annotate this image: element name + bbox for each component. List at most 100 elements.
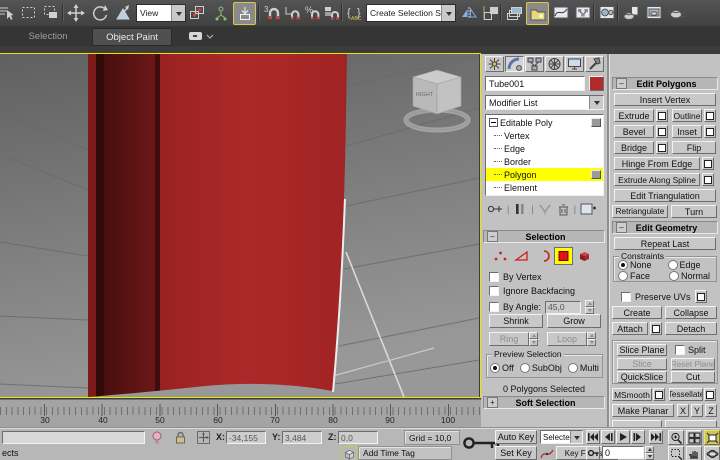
absolute-offset-mode-icon[interactable] [196,430,211,447]
window-crossing-toggle-icon[interactable] [40,2,61,23]
remove-modifier-icon[interactable] [556,202,570,216]
collapse-minus-icon[interactable]: – [487,231,498,242]
by-angle-field[interactable]: 45,0 [545,301,581,314]
make-planar-y-button[interactable]: Y [691,404,703,417]
key-mode-toggle-icon[interactable] [586,446,600,460]
constraint-normal-radio[interactable] [669,271,679,281]
make-unique-icon[interactable] [538,202,552,216]
selection-rollout-header[interactable]: – Selection [483,230,605,243]
edit-geometry-rollout-header[interactable]: – Edit Geometry [612,221,718,234]
maxscript-mini-listener[interactable] [2,431,145,444]
tab-display-icon[interactable] [565,56,584,72]
collapse-minus-icon[interactable]: – [616,222,627,233]
shrink-button[interactable]: Shrink [489,314,543,328]
current-frame-field[interactable]: 0 [602,446,644,459]
reset-plane-button[interactable]: Reset Plane [671,358,715,370]
track-bar[interactable]: 30 40 50 60 70 80 90 100 [0,399,481,427]
preview-off-radio[interactable] [490,363,500,373]
stack-row-border[interactable]: Border [486,155,603,168]
collapse-minus-icon[interactable]: – [616,78,627,89]
graphite-ribbon-toggle-icon[interactable] [526,2,549,25]
stack-row-element[interactable]: Element [486,181,603,194]
turn-button[interactable]: Turn [671,205,717,218]
collapse-button[interactable]: Collapse [665,306,717,319]
curve-editor-icon[interactable] [550,2,571,23]
stack-row-vertex[interactable]: Vertex [486,129,603,142]
constraint-face-radio[interactable] [618,271,628,281]
render-production-icon[interactable] [665,2,686,23]
collapse-minus-icon[interactable] [489,118,498,127]
chevron-down-icon[interactable] [589,96,603,109]
edit-polygons-rollout-header[interactable]: – Edit Polygons [612,77,718,90]
align-icon[interactable] [480,2,501,23]
object-color-swatch[interactable] [589,76,604,91]
ribbon-collapse-icon[interactable] [188,28,214,44]
preview-multi-radio[interactable] [568,363,578,373]
layer-manager-icon[interactable] [503,2,524,23]
constraint-none-radio[interactable] [618,260,628,270]
subobject-element-icon[interactable] [575,247,594,265]
tab-create-icon[interactable] [485,56,504,72]
split-checkbox[interactable] [675,345,685,355]
loop-button[interactable]: Loop [547,332,587,346]
percent-snap-toggle-icon[interactable]: % [302,2,323,23]
inset-settings-icon[interactable] [704,125,716,138]
object-name-field[interactable]: Tube001 [485,76,585,91]
chevron-down-icon[interactable] [171,5,185,21]
extrude-settings-icon[interactable] [656,109,668,122]
edit-triangulation-button[interactable]: Edit Triangulation [614,189,716,202]
play-button[interactable] [616,430,630,444]
tab-utilities-icon[interactable] [585,56,604,72]
stack-onoff-square[interactable] [591,170,601,179]
extrude-along-spline-button[interactable]: Extrude Along Spline [614,173,700,186]
tessellate-button[interactable]: Tessellate [669,388,703,401]
stack-row-polygon-selected[interactable]: Polygon [486,168,603,181]
preserve-uvs-checkbox[interactable] [621,292,631,302]
by-vertex-checkbox[interactable] [489,272,499,282]
msmooth-button[interactable]: MSmooth [612,388,652,401]
constraint-edge-radio[interactable] [668,260,678,270]
reference-coordinate-dropdown[interactable]: View [136,4,186,22]
ignore-backfacing-checkbox[interactable] [489,286,499,296]
material-editor-icon[interactable] [596,2,617,23]
subobject-vertex-icon[interactable] [491,247,510,265]
render-setup-icon[interactable] [620,2,641,23]
schematic-view-icon[interactable] [572,2,593,23]
repeat-last-button[interactable]: Repeat Last [614,237,716,250]
expand-plus-icon[interactable]: + [487,397,498,408]
select-and-scale-icon[interactable] [112,2,133,23]
frame-spinner[interactable] [645,446,654,460]
add-time-tag[interactable]: Add Time Tag [358,446,452,460]
previous-frame-button[interactable] [601,430,615,444]
y-coord-field[interactable]: 3,484 [282,431,322,444]
quickslice-button[interactable]: QuickSlice [617,371,667,383]
by-angle-spinner[interactable] [585,300,594,314]
make-planar-x-button[interactable]: X [677,404,689,417]
bulb-icon[interactable] [150,430,165,447]
stack-onoff-square[interactable] [591,118,601,127]
stack-row-editable-poly[interactable]: Editable Poly [486,116,603,129]
keyboard-shortcut-override-icon[interactable] [233,2,256,25]
tab-hierarchy-icon[interactable] [525,56,544,72]
tab-object-paint[interactable]: Object Paint [92,28,172,46]
zoom-all-icon[interactable] [686,430,702,445]
orbit-icon[interactable] [704,446,720,460]
auto-key-button[interactable]: Auto Key [495,430,537,444]
tab-motion-icon[interactable] [545,56,564,72]
rendered-frame-window-icon[interactable] [643,2,664,23]
insert-vertex-button[interactable]: Insert Vertex [614,93,716,106]
edit-named-selection-sets-icon[interactable]: {}ABC [344,2,365,23]
tube-object[interactable] [88,54,350,397]
mirror-icon[interactable] [458,2,479,23]
soft-selection-rollout-header[interactable]: + Soft Selection [483,396,605,409]
time-tag-cube-icon[interactable] [341,446,357,460]
pan-hand-icon[interactable] [686,446,702,460]
attach-button[interactable]: Attach [612,322,648,335]
outline-button[interactable]: Outline [672,109,702,122]
zoom-icon[interactable] [668,430,684,445]
snaps-toggle-3d-icon[interactable]: 3 [261,2,282,23]
selection-filter-dropdown[interactable]: Selected [540,430,583,444]
zoom-region-icon[interactable] [668,446,684,460]
next-frame-button[interactable] [631,430,645,444]
preview-subobj-radio[interactable] [520,363,530,373]
